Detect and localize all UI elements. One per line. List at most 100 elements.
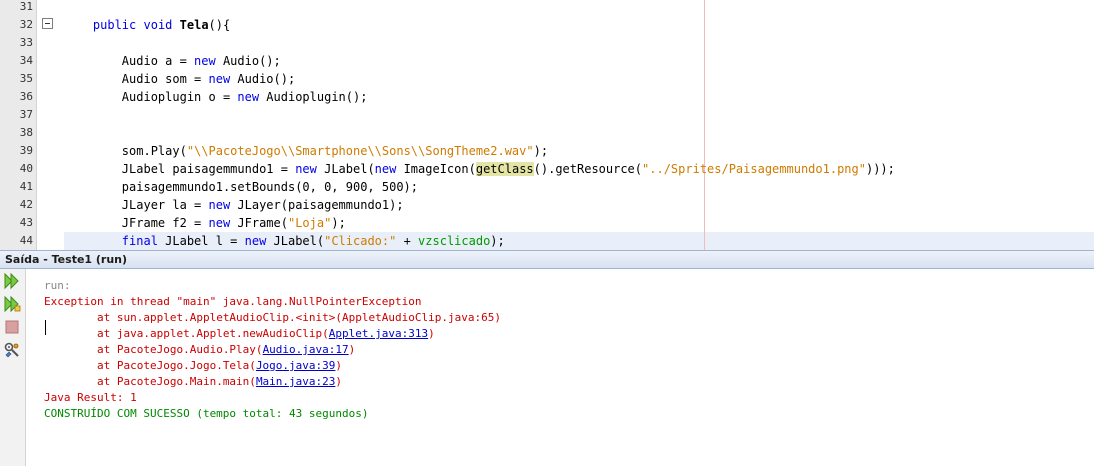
code-line[interactable]: 31 xyxy=(0,0,1094,16)
stacktrace-link[interactable]: Audio.java:17 xyxy=(263,343,349,356)
code-text: public void Tela(){ xyxy=(64,16,230,34)
line-number: 37 xyxy=(19,108,33,121)
text-caret xyxy=(45,320,46,335)
code-line[interactable]: 39 som.Play("\\PacoteJogo\\Smartphone\\S… xyxy=(0,142,1094,160)
code-token: new xyxy=(208,198,231,212)
line-number: 32 xyxy=(19,18,33,31)
line-number: 44 xyxy=(19,234,33,247)
code-token: getClass xyxy=(475,162,534,176)
stacktrace-link[interactable]: Applet.java:313 xyxy=(329,327,428,340)
code-token: vzsclicado xyxy=(418,234,491,248)
output-toolbar xyxy=(0,269,26,466)
code-token: Audio som = xyxy=(64,72,209,86)
code-line[interactable]: 35 Audio som = new Audio(); xyxy=(0,70,1094,88)
code-text: Audioplugin o = new Audioplugin(); xyxy=(64,88,368,106)
code-token: public xyxy=(92,18,137,32)
code-token: new xyxy=(208,72,231,86)
code-token: ); xyxy=(331,216,346,230)
code-token: ); xyxy=(533,144,549,158)
output-text: CONSTRUÍDO COM SUCESSO (tempo total: 43 … xyxy=(44,407,369,420)
code-token: new xyxy=(237,90,260,104)
output-line: CONSTRUÍDO COM SUCESSO (tempo total: 43 … xyxy=(44,406,369,422)
code-line[interactable]: 33 xyxy=(0,34,1094,52)
code-token: JLayer la = xyxy=(64,198,209,212)
line-number: 33 xyxy=(19,36,33,49)
stacktrace-link[interactable]: Main.java:23 xyxy=(256,375,335,388)
output-text: at PacoteJogo.Main.main( xyxy=(96,375,256,388)
code-text: paisagemmundo1.setBounds(0, 0, 900, 500)… xyxy=(64,178,418,196)
settings-icon[interactable] xyxy=(3,341,21,359)
code-token: new xyxy=(208,216,231,230)
line-number: 40 xyxy=(19,162,33,175)
code-token: JLabel l = xyxy=(157,234,245,248)
code-token: "../Sprites/Paisagemmundo1.png" xyxy=(642,162,866,176)
code-token: ().getResource( xyxy=(533,162,643,176)
code-text: JLayer la = new JLayer(paisagemmundo1); xyxy=(64,196,404,214)
code-text: Audio som = new Audio(); xyxy=(64,70,295,88)
line-number: 41 xyxy=(19,180,33,193)
code-token: Audioplugin(); xyxy=(259,90,368,104)
code-token: JLabel( xyxy=(266,234,325,248)
rerun-icon[interactable] xyxy=(3,272,21,290)
output-text: ) xyxy=(428,327,435,340)
output-line: at PacoteJogo.Jogo.Tela(Jogo.java:39) xyxy=(44,358,342,374)
output-text: at sun.applet.AppletAudioClip.<init>(App… xyxy=(96,311,501,324)
output-line: at sun.applet.AppletAudioClip.<init>(App… xyxy=(44,310,501,326)
code-token: ))); xyxy=(865,162,895,176)
output-line: Exception in thread "main" java.lang.Nul… xyxy=(44,294,422,310)
code-line[interactable]: 32 public void Tela(){ xyxy=(0,16,1094,34)
output-line: at PacoteJogo.Main.main(Main.java:23) xyxy=(44,374,342,390)
line-number: 34 xyxy=(19,54,33,67)
code-token: paisagemmundo1.setBounds(0, 0, 900, 500)… xyxy=(64,180,419,194)
code-token: void xyxy=(143,18,173,32)
output-text: ) xyxy=(335,375,343,388)
code-token: Audioplugin o = xyxy=(64,90,238,104)
code-token: Audio a = xyxy=(64,54,195,68)
rerun-with-options-icon[interactable] xyxy=(3,295,21,313)
code-line[interactable]: 43 JFrame f2 = new JFrame("Loja"); xyxy=(0,214,1094,232)
stop-icon[interactable] xyxy=(3,318,21,336)
line-number: 35 xyxy=(19,72,33,85)
code-line[interactable]: 34 Audio a = new Audio(); xyxy=(0,52,1094,70)
stacktrace-link[interactable]: Jogo.java:39 xyxy=(256,359,335,372)
code-token: "\\PacoteJogo\\Smartphone\\Sons\\SongThe… xyxy=(186,144,534,158)
code-text: JFrame f2 = new JFrame("Loja"); xyxy=(64,214,346,232)
code-line[interactable]: 40 JLabel paisagemmundo1 = new JLabel(ne… xyxy=(0,160,1094,178)
code-token: JLabel( xyxy=(316,162,375,176)
code-editor[interactable]: 31 32 public void Tela(){33 34 Audio a = n… xyxy=(0,0,1094,250)
code-token: ImageIcon( xyxy=(396,162,476,176)
output-text: at PacoteJogo.Audio.Play( xyxy=(96,343,263,356)
line-number: 42 xyxy=(19,198,33,211)
code-line[interactable]: 41 paisagemmundo1.setBounds(0, 0, 900, 5… xyxy=(0,178,1094,196)
line-number: 38 xyxy=(19,126,33,139)
code-text: JLabel paisagemmundo1 = new JLabel(new I… xyxy=(64,160,895,178)
code-token: ); xyxy=(490,234,505,248)
code-token: JLayer(paisagemmundo1); xyxy=(230,198,404,212)
code-text: som.Play("\\PacoteJogo\\Smartphone\\Sons… xyxy=(64,142,548,160)
code-token: som.Play( xyxy=(64,144,187,158)
output-text: Exception in thread "main" java.lang.Nul… xyxy=(44,295,422,308)
output-text: at PacoteJogo.Jogo.Tela( xyxy=(96,359,256,372)
code-token: JFrame f2 = xyxy=(64,216,209,230)
output-console[interactable]: run: Exception in thread "main" java.lang… xyxy=(27,269,1094,466)
code-token: new xyxy=(194,54,216,68)
output-text: ) xyxy=(335,359,343,372)
code-line[interactable]: 37 xyxy=(0,106,1094,124)
line-number: 39 xyxy=(19,144,33,157)
code-line[interactable]: 44 final JLabel l = new JLabel("Clicado:… xyxy=(0,232,1094,250)
output-text: ) xyxy=(348,343,356,356)
code-token: + xyxy=(396,234,419,248)
output-line: at PacoteJogo.Audio.Play(Audio.java:17) xyxy=(44,342,355,358)
output-line: Java Result: 1 xyxy=(44,390,137,406)
output-panel-title: Saída - Teste1 (run) xyxy=(5,253,128,266)
code-line[interactable]: 42 JLayer la = new JLayer(paisagemmundo1… xyxy=(0,196,1094,214)
code-text: Audio a = new Audio(); xyxy=(64,52,281,70)
code-token: (){ xyxy=(208,18,231,32)
code-line[interactable]: 36 Audioplugin o = new Audioplugin(); xyxy=(0,88,1094,106)
code-line[interactable]: 38 xyxy=(0,124,1094,142)
code-token: "Clicado:" xyxy=(324,234,397,248)
